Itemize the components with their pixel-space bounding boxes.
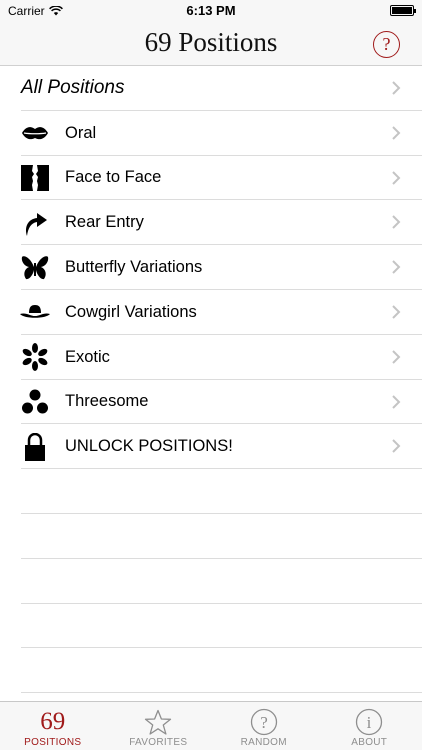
- chevron-right-icon: [392, 126, 401, 140]
- list-item-cowgirl-variations[interactable]: Cowgirl Variations: [0, 290, 422, 335]
- chevron-right-icon: [392, 81, 401, 95]
- status-time: 6:13 PM: [186, 3, 236, 18]
- chevron-right-icon: [392, 305, 401, 319]
- empty-row: [0, 648, 422, 694]
- question-circle-icon: ?: [211, 708, 317, 736]
- category-list: All Positions Oral Face to Face Rear Ent…: [0, 66, 422, 694]
- list-item-threesome[interactable]: Threesome: [0, 380, 422, 425]
- list-item-label: Butterfly Variations: [65, 258, 203, 277]
- list-item-label: All Positions: [21, 77, 125, 99]
- chevron-right-icon: [392, 350, 401, 364]
- empty-row: [0, 559, 422, 604]
- list-item-label: UNLOCK POSITIONS!: [65, 437, 233, 456]
- list-item-label: Face to Face: [65, 168, 162, 187]
- list-item-label: Cowgirl Variations: [65, 302, 197, 321]
- list-item-exotic[interactable]: Exotic: [0, 335, 422, 380]
- help-button[interactable]: ?: [373, 31, 400, 58]
- nav-bar: 69 Positions ?: [0, 22, 422, 66]
- list-item-label: Rear Entry: [65, 213, 144, 232]
- lock-icon: [20, 432, 50, 462]
- page-title: 69 Positions: [144, 27, 278, 57]
- tab-label: POSITIONS: [24, 737, 82, 748]
- star-icon: [106, 708, 212, 736]
- list-item-rear-entry[interactable]: Rear Entry: [0, 200, 422, 246]
- status-bar: Carrier 6:13 PM: [0, 0, 422, 22]
- tab-label: ABOUT: [351, 737, 388, 748]
- svg-text:i: i: [367, 713, 372, 732]
- battery-icon: [390, 5, 416, 16]
- chevron-right-icon: [392, 260, 401, 274]
- tab-positions[interactable]: 69 POSITIONS: [0, 702, 106, 750]
- chevron-right-icon: [392, 394, 401, 409]
- empty-row: [0, 514, 422, 559]
- list-item-label: Threesome: [65, 392, 149, 411]
- pinwheel-icon: [20, 342, 50, 372]
- list-item-label: Oral: [65, 123, 97, 142]
- info-circle-icon: i: [317, 708, 422, 736]
- three-dots-icon: [20, 387, 50, 417]
- tab-bar: 69 POSITIONS FAVORITES ? RANDOM i ABOUT: [0, 701, 422, 750]
- lips-icon: [20, 118, 50, 148]
- chevron-right-icon: [392, 439, 401, 454]
- tab-favorites[interactable]: FAVORITES: [106, 702, 212, 750]
- butterfly-icon: [20, 253, 50, 283]
- tab-label: RANDOM: [240, 737, 287, 748]
- list-item-label: Exotic: [65, 347, 110, 366]
- list-item-unlock-positions[interactable]: UNLOCK POSITIONS!: [0, 424, 422, 470]
- list-item-face-to-face[interactable]: Face to Face: [0, 156, 422, 201]
- list-item-all-positions[interactable]: All Positions: [0, 66, 422, 111]
- list-item-butterfly-variations[interactable]: Butterfly Variations: [0, 245, 422, 290]
- faces-icon: [20, 163, 50, 193]
- chevron-right-icon: [392, 170, 401, 185]
- tab-about[interactable]: i ABOUT: [317, 702, 422, 750]
- cowboy-hat-icon: [20, 297, 50, 327]
- chevron-right-icon: [392, 215, 401, 230]
- empty-row: [0, 604, 422, 649]
- positions-69-icon: 69: [40, 708, 66, 735]
- svg-text:?: ?: [260, 713, 268, 732]
- tab-label: FAVORITES: [129, 737, 188, 748]
- tab-random[interactable]: ? RANDOM: [211, 702, 317, 750]
- curved-arrow-icon: [20, 208, 50, 238]
- list-item-oral[interactable]: Oral: [0, 111, 422, 156]
- empty-row: [0, 469, 422, 514]
